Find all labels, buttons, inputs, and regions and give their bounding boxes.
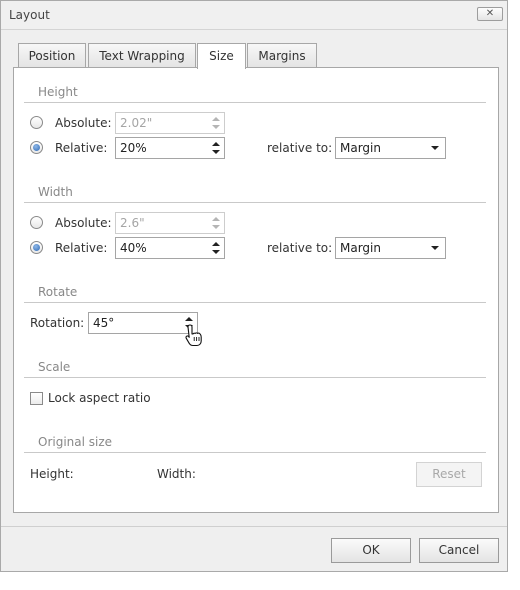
spinner-arrows-icon[interactable] xyxy=(212,141,220,155)
width-section-divider xyxy=(24,202,486,203)
window-title: Layout xyxy=(9,8,50,22)
ok-button[interactable]: OK xyxy=(331,538,411,563)
lock-aspect-ratio-label: Lock aspect ratio xyxy=(48,391,151,405)
tab-margins[interactable]: Margins xyxy=(247,43,317,68)
spinner-arrows-icon[interactable] xyxy=(212,241,220,255)
height-section-title: Height xyxy=(38,85,78,99)
reset-button[interactable]: Reset xyxy=(416,462,482,487)
rotation-label: Rotation: xyxy=(30,316,85,330)
height-absolute-label: Absolute: xyxy=(55,116,112,130)
reset-button-label: Reset xyxy=(432,467,466,481)
spinner-arrows-icon[interactable] xyxy=(212,116,220,130)
hand-pointer-cursor-icon xyxy=(185,324,202,347)
spinner-arrows-icon[interactable] xyxy=(212,216,220,230)
width-relative-to-value: Margin xyxy=(340,241,381,255)
height-relative-label: Relative: xyxy=(55,141,108,155)
original-size-section-divider xyxy=(24,452,486,453)
ok-button-label: OK xyxy=(362,543,380,557)
width-absolute-value: 2.6" xyxy=(120,216,145,230)
close-icon: ✕ xyxy=(485,8,495,19)
tab-text-wrapping[interactable]: Text Wrapping xyxy=(88,43,196,68)
tab-margins-label: Margins xyxy=(258,49,306,63)
height-relative-to-label: relative to: xyxy=(267,141,333,155)
chevron-down-icon[interactable] xyxy=(431,146,439,150)
height-relative-spinner[interactable]: 20% xyxy=(115,137,225,159)
chevron-down-icon[interactable] xyxy=(431,246,439,250)
width-relative-value: 40% xyxy=(120,241,147,255)
close-button[interactable]: ✕ xyxy=(477,7,503,21)
width-section-title: Width xyxy=(38,185,73,199)
scale-section-divider xyxy=(24,377,486,378)
width-absolute-label: Absolute: xyxy=(55,216,112,230)
rotation-value: 45° xyxy=(93,316,115,330)
height-absolute-value: 2.02" xyxy=(120,116,153,130)
height-absolute-radio[interactable] xyxy=(30,116,43,129)
rotate-section-title: Rotate xyxy=(38,285,78,299)
footer-divider xyxy=(1,526,507,527)
height-absolute-spinner[interactable]: 2.02" xyxy=(115,112,225,134)
width-absolute-radio[interactable] xyxy=(30,216,43,229)
title-bar: Layout ✕ xyxy=(1,1,507,30)
original-width-label: Width: xyxy=(157,467,196,481)
scale-section-title: Scale xyxy=(38,360,71,374)
tab-position-label: Position xyxy=(28,49,76,63)
layout-dialog: Layout ✕ Position Text Wrapping Size Mar… xyxy=(0,0,508,572)
tab-size[interactable]: Size xyxy=(197,43,246,69)
height-section-divider xyxy=(24,102,486,103)
width-relative-label: Relative: xyxy=(55,241,108,255)
lock-aspect-ratio-checkbox[interactable] xyxy=(30,392,43,405)
width-relative-to-select[interactable]: Margin xyxy=(335,237,446,259)
rotate-section-divider xyxy=(24,302,486,303)
original-height-label: Height: xyxy=(30,467,74,481)
original-size-section-title: Original size xyxy=(38,435,113,449)
cancel-button[interactable]: Cancel xyxy=(419,538,499,563)
rotation-spinner[interactable]: 45° xyxy=(88,312,198,334)
width-absolute-spinner[interactable]: 2.6" xyxy=(115,212,225,234)
cancel-button-label: Cancel xyxy=(438,543,480,557)
tab-position[interactable]: Position xyxy=(18,43,86,68)
width-relative-radio[interactable] xyxy=(30,241,43,254)
height-relative-to-select[interactable]: Margin xyxy=(335,137,446,159)
height-relative-to-value: Margin xyxy=(340,141,381,155)
height-relative-radio[interactable] xyxy=(30,141,43,154)
width-relative-to-label: relative to: xyxy=(267,241,333,255)
height-relative-value: 20% xyxy=(120,141,147,155)
tab-size-label: Size xyxy=(209,49,234,63)
width-relative-spinner[interactable]: 40% xyxy=(115,237,225,259)
tab-text-wrapping-label: Text Wrapping xyxy=(99,49,185,63)
